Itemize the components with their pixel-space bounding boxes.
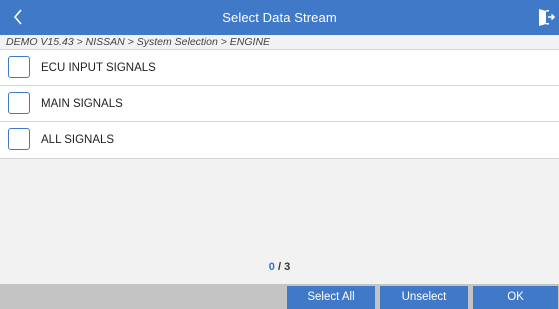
selected-count: 0 [268,261,275,273]
page-title: Select Data Stream [222,10,337,25]
select-all-button[interactable]: Select All [287,286,375,309]
exit-button[interactable] [537,7,556,27]
data-stream-list: ECU INPUT SIGNALS MAIN SIGNALS ALL SIGNA… [0,50,559,159]
exit-icon [539,9,556,26]
list-item-label: ECU INPUT SIGNALS [41,62,156,74]
checkbox[interactable] [8,92,30,114]
breadcrumb: DEMO V15.43 > NISSAN > System Selection … [0,35,559,50]
list-item-main-signals[interactable]: MAIN SIGNALS [0,86,559,122]
checkbox[interactable] [8,56,30,78]
ok-button[interactable]: OK [473,286,558,309]
footer-toolbar: Select All Unselect OK [0,284,559,309]
list-item-label: MAIN SIGNALS [41,98,123,110]
title-bar: Select Data Stream [0,0,559,35]
list-item-all-signals[interactable]: ALL SIGNALS [0,122,559,159]
total-count: / 3 [277,261,291,273]
list-item-label: ALL SIGNALS [41,134,115,146]
list-item-ecu-input-signals[interactable]: ECU INPUT SIGNALS [0,50,559,86]
selection-counter: 0 / 3 [0,261,559,273]
unselect-button[interactable]: Unselect [380,286,468,309]
checkbox[interactable] [8,128,30,150]
